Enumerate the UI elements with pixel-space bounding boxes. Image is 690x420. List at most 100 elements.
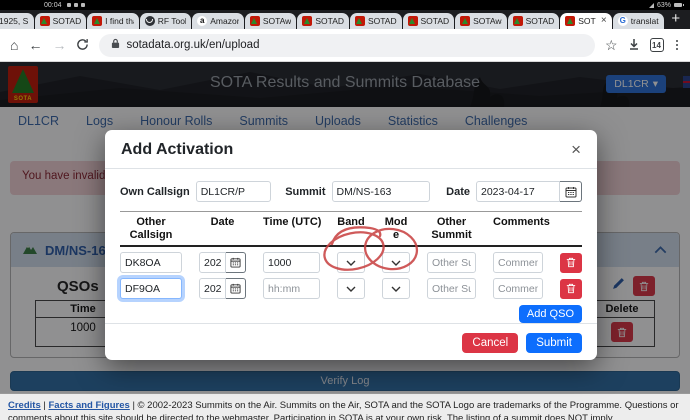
calendar-icon[interactable] — [226, 278, 246, 299]
address-field[interactable]: sotadata.org.uk/en/upload — [99, 34, 594, 57]
tab-label: SOTADa — [315, 16, 344, 26]
bookmark-star-button[interactable]: ☆ — [605, 38, 618, 52]
browser-tab[interactable]: RF Tools — [140, 13, 192, 29]
qso-date-input[interactable] — [199, 278, 226, 299]
col-time-utc: Time (UTC) — [263, 216, 320, 242]
modal-close-icon[interactable]: × — [571, 143, 581, 157]
browser-tab[interactable]: Gtranslate — [613, 13, 665, 29]
browser-menu-button[interactable] — [674, 38, 681, 53]
browser-tab[interactable]: SOTADa — [350, 13, 402, 29]
google-favicon-icon: G — [618, 16, 628, 26]
lock-icon — [111, 36, 120, 54]
tab-label: SOTADa — [421, 16, 450, 26]
comments-input[interactable] — [493, 252, 543, 273]
android-status-bar: 00:04 63% — [0, 0, 690, 10]
reload-button[interactable] — [76, 38, 89, 53]
sota-favicon-icon — [565, 16, 575, 26]
browser-tab[interactable]: SOTADa — [508, 13, 560, 29]
mode-select[interactable] — [382, 278, 410, 299]
browser-tab[interactable]: SOTAwa — [455, 13, 507, 29]
home-button[interactable]: ⌂ — [10, 38, 18, 52]
band-select[interactable] — [337, 278, 365, 299]
calendar-icon[interactable] — [560, 181, 582, 202]
date-input[interactable] — [476, 181, 560, 202]
sota-favicon-icon — [92, 16, 102, 26]
battery-percent: 63% — [657, 2, 671, 9]
tab-label: I find tha — [105, 16, 134, 26]
tab-label: SOT — [578, 16, 598, 26]
site-footer: Credits | Facts and Figures | © 2002-202… — [0, 393, 690, 420]
facts-and-figures-link[interactable]: Facts and Figures — [48, 400, 129, 411]
tab-close-icon[interactable]: × — [601, 17, 607, 25]
rf-tools-favicon-icon — [145, 16, 155, 26]
browser-tab[interactable]: SOTADa — [35, 13, 87, 29]
browser-tab[interactable]: 1925, S — [0, 13, 34, 29]
delete-row-button[interactable] — [560, 279, 582, 299]
chevron-down-icon — [391, 286, 401, 292]
tab-switcher-button[interactable]: 14 — [650, 38, 664, 52]
footer-divider: | — [132, 400, 134, 411]
browser-toolbar: ⌂ ← → sotadata.org.uk/en/upload ☆ 14 — [0, 29, 690, 62]
browser-tab[interactable]: SOTAwa — [245, 13, 297, 29]
add-qso-button[interactable]: Add QSO — [519, 305, 582, 323]
col-other-callsign: Other Callsign — [120, 216, 182, 242]
band-select[interactable] — [337, 252, 365, 273]
cancel-button[interactable]: Cancel — [462, 333, 518, 353]
tab-label: SOTADa — [526, 16, 555, 26]
sota-favicon-icon — [513, 16, 523, 26]
credits-link[interactable]: Credits — [8, 400, 41, 411]
calendar-icon[interactable] — [226, 252, 246, 273]
tab-label: SOTAwa — [473, 16, 502, 26]
sota-favicon-icon — [40, 16, 50, 26]
tab-label: SOTADa — [368, 16, 397, 26]
screen: 00:04 63% 1925, S SOTADa I find tha RF T… — [0, 0, 690, 420]
col-mode: Mode — [382, 216, 410, 242]
tab-label: SOTADa — [53, 16, 82, 26]
footer-copyright: © 2002-2023 Summits on the Air. Summits … — [138, 400, 679, 411]
webview: SOTA SOTA Results and Summits Database D… — [0, 62, 690, 420]
comments-input[interactable] — [493, 278, 543, 299]
battery-icon — [674, 3, 682, 7]
chevron-down-icon — [391, 260, 401, 266]
browser-tab[interactable]: I find tha — [87, 13, 139, 29]
summit-label: Summit — [285, 186, 325, 198]
browser-tab-active[interactable]: SOT× — [560, 13, 612, 29]
sota-favicon-icon — [302, 16, 312, 26]
other-callsign-input[interactable] — [120, 252, 182, 273]
chevron-down-icon — [346, 286, 356, 292]
clock: 00:04 — [44, 2, 62, 9]
qso-date-input[interactable] — [199, 252, 226, 273]
col-other-summit: Other Summit — [427, 216, 476, 242]
chevron-down-icon — [346, 260, 356, 266]
browser-tab[interactable]: aAmazon — [192, 13, 244, 29]
own-callsign-label: Own Callsign — [120, 186, 190, 198]
forward-button[interactable]: → — [52, 38, 66, 52]
other-summit-input[interactable] — [427, 278, 476, 299]
amazon-favicon-icon: a — [197, 16, 207, 26]
browser-tab[interactable]: SOTADa — [297, 13, 349, 29]
date-label: Date — [446, 186, 470, 198]
summit-input[interactable] — [332, 181, 431, 202]
qso-row — [120, 278, 582, 299]
col-comments: Comments — [493, 216, 543, 242]
browser-tab[interactable]: SOTADa — [403, 13, 455, 29]
footer-line2: comments about this site should be direc… — [8, 412, 682, 420]
download-button[interactable] — [628, 38, 640, 52]
new-tab-button[interactable]: + — [665, 11, 688, 29]
back-button[interactable]: ← — [28, 38, 42, 52]
other-callsign-input[interactable] — [120, 278, 182, 299]
qso-row — [120, 252, 582, 273]
tab-strip: 1925, S SOTADa I find tha RF Tools aAmaz… — [0, 10, 690, 29]
qso-table-header: Other Callsign Date Time (UTC) Band Mode… — [120, 211, 582, 247]
sota-favicon-icon — [355, 16, 365, 26]
add-activation-modal: Add Activation × Own Callsign Summit Dat… — [105, 130, 597, 360]
mode-select[interactable] — [382, 252, 410, 273]
tab-label: RF Tools — [158, 16, 187, 26]
sota-favicon-icon — [408, 16, 418, 26]
qso-time-input[interactable] — [263, 278, 320, 299]
delete-row-button[interactable] — [560, 253, 582, 273]
submit-button[interactable]: Submit — [526, 333, 582, 353]
qso-time-input[interactable] — [263, 252, 320, 273]
other-summit-input[interactable] — [427, 252, 476, 273]
own-callsign-input[interactable] — [196, 181, 272, 202]
